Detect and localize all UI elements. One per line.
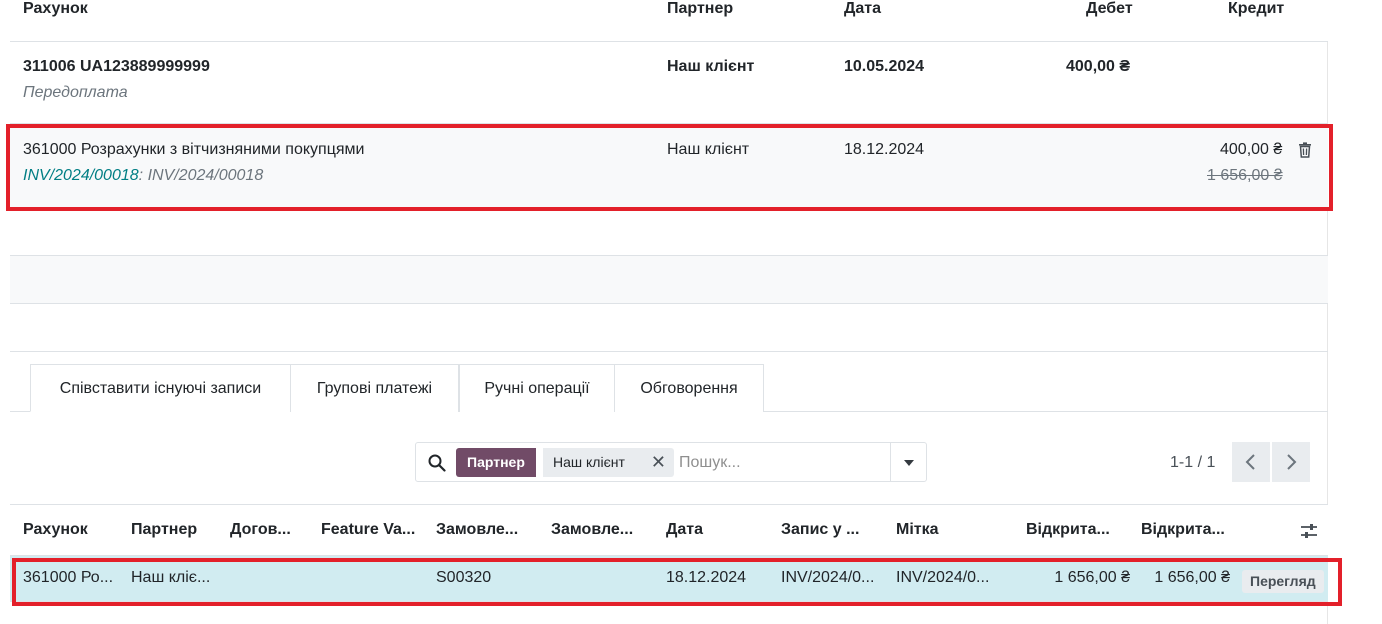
col-contract[interactable]: Догов...: [230, 521, 314, 539]
caret-down-icon: [904, 460, 914, 466]
line-partner: Наш клієнт: [667, 58, 755, 75]
search-bar[interactable]: Партнер Наш клієнт ✕: [415, 442, 927, 482]
header-date: Дата: [844, 0, 882, 17]
column-settings-icon[interactable]: [1300, 522, 1318, 540]
empty-row: [10, 208, 1328, 256]
col-journal-entry[interactable]: Запис у ...: [781, 521, 889, 539]
facet-partner-label: Партнер: [456, 448, 536, 477]
empty-row: [10, 304, 1328, 352]
search-icon: [428, 454, 446, 472]
pager-value[interactable]: 1-1 / 1: [1170, 454, 1215, 472]
pager-next-button[interactable]: [1272, 442, 1310, 482]
highlight-frame-matched-line: [6, 124, 1333, 211]
col-order-1[interactable]: Замовле...: [436, 521, 544, 539]
col-feature-value[interactable]: Feature Va...: [321, 521, 429, 539]
lines-table-header: Рахунок Партнер Дата Дебет Кредит: [10, 0, 1328, 42]
line-debit: 400,00 ₴: [1066, 58, 1131, 75]
col-partner[interactable]: Партнер: [131, 521, 223, 539]
facet-partner-value: Наш клієнт ✕: [543, 448, 674, 477]
search-input[interactable]: [679, 451, 884, 475]
tab-manual-operations[interactable]: Ручні операції: [459, 364, 615, 412]
col-account[interactable]: Рахунок: [23, 521, 123, 539]
pager-previous-button[interactable]: [1232, 442, 1270, 482]
header-account: Рахунок: [23, 0, 88, 17]
chevron-left-icon: [1245, 454, 1255, 470]
tab-discussion[interactable]: Обговорення: [614, 364, 764, 412]
tab-match-existing[interactable]: Співставити існуючі записи: [30, 364, 291, 412]
search-options-toggle[interactable]: [890, 443, 926, 481]
col-open-amount-2[interactable]: Відкрита...: [1141, 521, 1249, 539]
highlight-frame-selected-row: [12, 558, 1342, 606]
header-credit: Кредит: [1228, 0, 1285, 17]
col-date[interactable]: Дата: [666, 521, 766, 539]
line-account: 311006 UA123889999999: [23, 58, 210, 75]
tab-batch-payments[interactable]: Групові платежі: [290, 364, 459, 412]
reconciliation-pane: Рахунок Партнер Дата Дебет Кредит 311006…: [10, 0, 1328, 624]
header-debit: Дебет: [1086, 0, 1133, 17]
statement-line[interactable]: 311006 UA123889999999 Передоплата Наш кл…: [10, 42, 1328, 124]
col-label[interactable]: Мітка: [896, 521, 1004, 539]
line-date: 10.05.2024: [844, 58, 925, 75]
header-partner: Партнер: [667, 0, 734, 17]
facet-value-text: Наш клієнт: [553, 454, 625, 470]
line-label: Передоплата: [23, 84, 128, 101]
chevron-right-icon: [1287, 454, 1297, 470]
match-table-header: Рахунок Партнер Догов... Feature Va... З…: [10, 504, 1328, 556]
col-order-2[interactable]: Замовле...: [551, 521, 659, 539]
empty-row: [10, 256, 1328, 304]
close-icon[interactable]: ✕: [651, 448, 666, 477]
notebook-tabs: Співставити існуючі записи Групові плате…: [10, 364, 1328, 412]
col-open-amount-1[interactable]: Відкрита...: [1026, 521, 1134, 539]
